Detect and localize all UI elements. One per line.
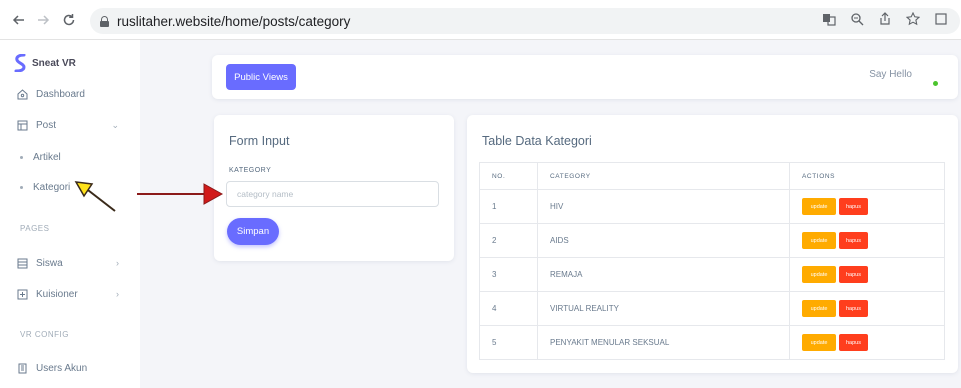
category-field-label: KATEGORY bbox=[229, 167, 272, 174]
save-button[interactable]: Simpan bbox=[227, 218, 279, 245]
sidebar-item-users-akun[interactable]: Users Akun bbox=[16, 362, 87, 374]
chevron-down-icon: ⌄ bbox=[111, 119, 119, 130]
column-header-no: NO. bbox=[479, 162, 538, 190]
brand-name: Sneat VR bbox=[32, 57, 76, 69]
sidebar-item-label: Artikel bbox=[33, 152, 61, 163]
sidebar: Sneat VR Dashboard Post ⌄ Artikel Katego… bbox=[0, 40, 140, 388]
form-card: Form Input KATEGORY Simpan bbox=[214, 115, 454, 261]
bullet-icon bbox=[20, 156, 23, 159]
cell-category: VIRTUAL REALITY bbox=[537, 291, 790, 326]
cell-no: 4 bbox=[479, 291, 538, 326]
sidebar-item-artikel[interactable]: Artikel bbox=[20, 152, 61, 163]
chevron-right-icon: › bbox=[116, 289, 119, 299]
reload-icon[interactable] bbox=[58, 9, 80, 31]
sidebar-item-kuisioner[interactable]: Kuisioner › bbox=[16, 288, 131, 300]
cell-no: 1 bbox=[479, 189, 538, 224]
lock-icon[interactable] bbox=[100, 15, 109, 27]
delete-button[interactable]: hapus bbox=[839, 300, 868, 317]
table-card: Table Data Kategori NO. CATEGORY ACTIONS… bbox=[467, 115, 958, 373]
zoom-icon[interactable] bbox=[848, 12, 866, 29]
translate-icon[interactable] bbox=[820, 12, 838, 29]
home-icon bbox=[16, 88, 28, 100]
column-header-actions: ACTIONS bbox=[789, 162, 945, 190]
back-arrow-icon[interactable] bbox=[8, 9, 30, 31]
annotation-arrow-to-input bbox=[137, 183, 224, 205]
brand[interactable]: Sneat VR bbox=[14, 54, 76, 72]
cell-actions: update hapus bbox=[789, 291, 945, 326]
cell-no: 2 bbox=[479, 223, 538, 258]
greeting-text: Say Hello bbox=[869, 69, 912, 80]
sidebar-item-post[interactable]: Post ⌄ bbox=[16, 119, 131, 131]
update-button[interactable]: update bbox=[802, 334, 836, 351]
delete-button[interactable]: hapus bbox=[839, 232, 868, 249]
cell-category: HIV bbox=[537, 189, 790, 224]
url-text[interactable]: ruslitaher.website/home/posts/category bbox=[117, 14, 350, 29]
bullet-icon bbox=[20, 186, 23, 189]
document-icon bbox=[16, 119, 28, 131]
address-bar[interactable]: ruslitaher.website/home/posts/category bbox=[90, 8, 960, 34]
table-header-row: NO. CATEGORY ACTIONS bbox=[479, 162, 945, 190]
delete-button[interactable]: hapus bbox=[839, 334, 868, 351]
update-button[interactable]: update bbox=[802, 198, 836, 215]
online-status-dot bbox=[933, 81, 938, 86]
category-input[interactable] bbox=[226, 181, 439, 207]
add-document-icon bbox=[16, 288, 28, 300]
cell-category: REMAJA bbox=[537, 257, 790, 292]
sidebar-item-label: Dashboard bbox=[36, 88, 85, 100]
form-title: Form Input bbox=[229, 134, 290, 148]
cell-category: AIDS bbox=[537, 223, 790, 258]
delete-button[interactable]: hapus bbox=[839, 266, 868, 283]
browser-toolbar: ruslitaher.website/home/posts/category bbox=[0, 0, 961, 40]
sidebar-item-label: Kuisioner bbox=[36, 288, 78, 300]
bookmark-star-icon[interactable] bbox=[904, 11, 922, 29]
cell-no: 3 bbox=[479, 257, 538, 292]
sidebar-item-siswa[interactable]: Siswa › bbox=[16, 257, 131, 269]
table-row: 4 VIRTUAL REALITY update hapus bbox=[479, 291, 945, 326]
column-header-category: CATEGORY bbox=[537, 162, 790, 190]
table-row: 1 HIV update hapus bbox=[479, 189, 945, 224]
sidebar-item-label: Post bbox=[36, 119, 57, 131]
table-row: 3 REMAJA update hapus bbox=[479, 257, 945, 292]
side-panel-icon[interactable] bbox=[932, 12, 950, 29]
cell-actions: update hapus bbox=[789, 189, 945, 224]
cell-no: 5 bbox=[479, 325, 538, 360]
chevron-right-icon: › bbox=[116, 258, 119, 268]
sidebar-item-label: Kategori bbox=[33, 182, 71, 193]
section-label-vr-config: VR CONFIG bbox=[20, 330, 69, 339]
forward-arrow-icon[interactable] bbox=[32, 9, 54, 31]
delete-button[interactable]: hapus bbox=[839, 198, 868, 215]
cell-actions: update hapus bbox=[789, 257, 945, 292]
sidebar-item-label: Users Akun bbox=[36, 362, 88, 374]
building-icon bbox=[16, 362, 28, 374]
cell-actions: update hapus bbox=[789, 223, 945, 258]
share-icon[interactable] bbox=[876, 12, 894, 29]
category-table: NO. CATEGORY ACTIONS 1 HIV update hapus … bbox=[479, 162, 945, 360]
table-title: Table Data Kategori bbox=[482, 134, 592, 148]
brand-logo-icon bbox=[14, 54, 26, 72]
cell-actions: update hapus bbox=[789, 325, 945, 360]
sidebar-item-label: Siswa bbox=[36, 257, 63, 269]
public-views-button[interactable]: Public Views bbox=[226, 64, 296, 90]
table-row: 2 AIDS update hapus bbox=[479, 223, 945, 258]
sidebar-item-dashboard[interactable]: Dashboard bbox=[16, 88, 85, 100]
section-label-pages: PAGES bbox=[20, 224, 50, 233]
update-button[interactable]: update bbox=[802, 266, 836, 283]
update-button[interactable]: update bbox=[802, 300, 836, 317]
navbar: Public Views Say Hello bbox=[212, 55, 958, 99]
update-button[interactable]: update bbox=[802, 232, 836, 249]
sidebar-item-kategori[interactable]: Kategori bbox=[20, 182, 70, 193]
table-row: 5 PENYAKIT MENULAR SEKSUAL update hapus bbox=[479, 325, 945, 360]
table-icon bbox=[16, 257, 28, 269]
cell-category: PENYAKIT MENULAR SEKSUAL bbox=[537, 325, 790, 360]
